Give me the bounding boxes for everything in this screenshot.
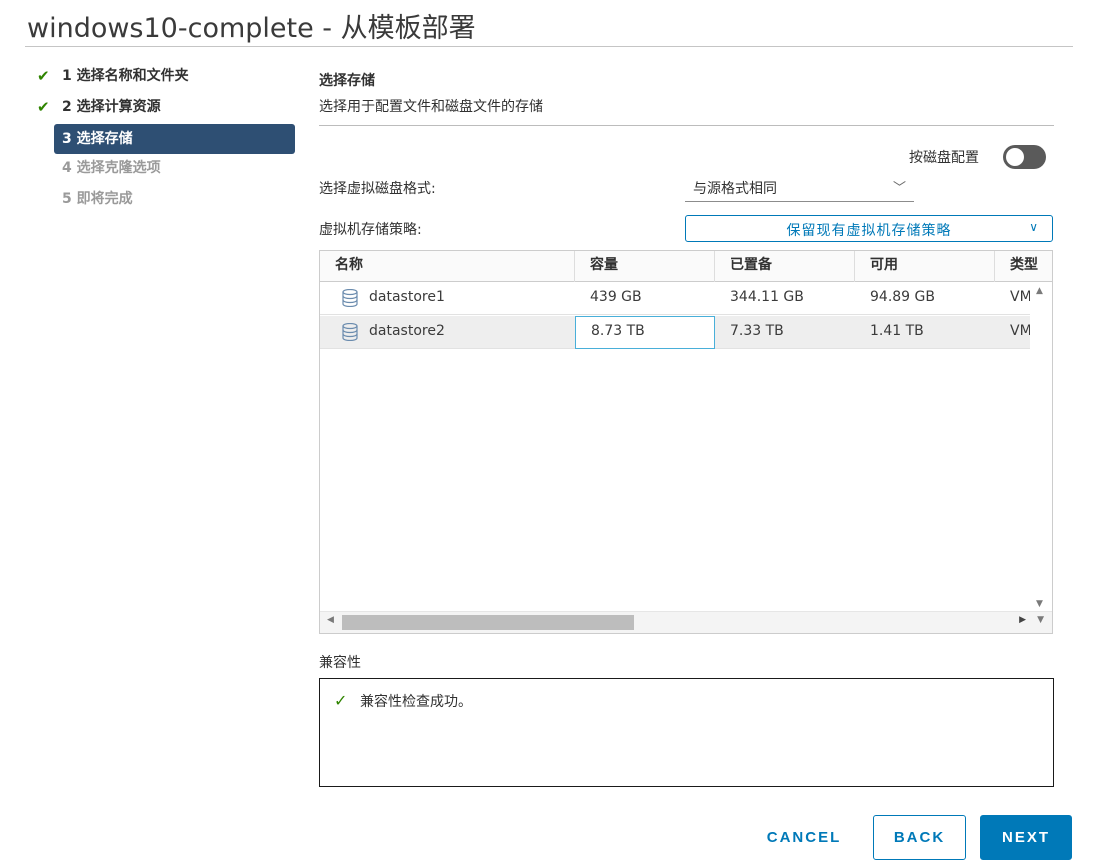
- compatibility-panel: ✓ 兼容性检查成功。: [319, 678, 1054, 787]
- cell-provisioned: 7.33 TB: [730, 323, 784, 339]
- table-row-selected[interactable]: datastore2 8.73 TB 7.33 TB 1.41 TB VM: [320, 316, 1030, 349]
- check-icon: ✔: [37, 67, 50, 85]
- compatibility-message: 兼容性检查成功。: [360, 694, 472, 710]
- step-select-compute-resource[interactable]: ✔ 2 选择计算资源: [33, 93, 295, 124]
- disk-format-value: 与源格式相同: [693, 181, 777, 197]
- check-icon: ✓: [334, 691, 348, 710]
- cell-capacity: 439 GB: [590, 289, 642, 305]
- step-label: 5 即将完成: [62, 191, 133, 207]
- section-divider: [319, 125, 1054, 126]
- storage-policy-label: 虚拟机存储策略:: [319, 222, 422, 238]
- disk-format-label: 选择虚拟磁盘格式:: [319, 181, 436, 197]
- scroll-down-icon[interactable]: ▼: [1036, 599, 1043, 609]
- cell-type: VM: [1010, 323, 1030, 339]
- cell-name: datastore1: [369, 289, 445, 305]
- step-select-storage[interactable]: 3 选择存储: [54, 124, 295, 154]
- wizard-steps: ✔ 1 选择名称和文件夹 ✔ 2 选择计算资源 3 选择存储 4 选择克隆选项 …: [33, 62, 295, 216]
- step-select-name-folder[interactable]: ✔ 1 选择名称和文件夹: [33, 62, 295, 93]
- next-button[interactable]: NEXT: [980, 815, 1072, 860]
- cell-type: VM: [1010, 289, 1030, 305]
- cell-provisioned: 344.11 GB: [730, 289, 804, 305]
- step-label: 3 选择存储: [62, 131, 133, 147]
- column-header-name[interactable]: 名称: [320, 251, 575, 282]
- title-divider: [25, 46, 1073, 47]
- scrollbar-thumb[interactable]: [342, 615, 634, 630]
- table-row[interactable]: datastore1 439 GB 344.11 GB 94.89 GB VM: [320, 282, 1030, 315]
- cell-name: datastore2: [369, 323, 445, 339]
- storage-policy-select[interactable]: 保留现有虚拟机存储策略 ∨: [685, 215, 1053, 242]
- column-header-type[interactable]: 类型: [995, 251, 1052, 282]
- storage-policy-value: 保留现有虚拟机存储策略: [786, 223, 952, 239]
- wizard-title: windows10-complete - 从模板部署: [27, 13, 476, 44]
- step-ready-to-complete: 5 即将完成: [33, 185, 295, 216]
- back-button[interactable]: BACK: [873, 815, 966, 860]
- toggle-knob: [1006, 148, 1024, 166]
- check-icon: ✔: [37, 98, 50, 116]
- compatibility-title: 兼容性: [319, 655, 361, 671]
- step-label: 1 选择名称和文件夹: [62, 68, 189, 84]
- datastore-grid: 名称 容量 已置备 可用 类型 datastore1 439 GB 344.11…: [319, 250, 1053, 634]
- chevron-down-icon: ∨: [1029, 220, 1038, 234]
- scroll-up-icon[interactable]: ▲: [1036, 286, 1043, 296]
- cell-free: 94.89 GB: [870, 289, 935, 305]
- grid-header: 名称 容量 已置备 可用 类型: [320, 251, 1052, 282]
- cancel-button[interactable]: CANCEL: [756, 815, 852, 860]
- per-disk-toggle[interactable]: [1003, 145, 1046, 169]
- step-select-clone-options: 4 选择克隆选项: [33, 154, 295, 185]
- vertical-scrollbar[interactable]: ▲ ▼: [1030, 282, 1052, 611]
- column-header-capacity[interactable]: 容量: [575, 251, 715, 282]
- cell-capacity-focused[interactable]: 8.73 TB: [575, 316, 715, 349]
- scroll-left-icon[interactable]: ◀: [327, 615, 334, 625]
- step-label: 2 选择计算资源: [62, 99, 161, 115]
- scroll-down-icon[interactable]: ▼: [1037, 615, 1044, 625]
- chevron-down-icon: ﹀: [892, 181, 906, 196]
- horizontal-scrollbar[interactable]: ◀ ▶ ▼: [320, 611, 1052, 633]
- column-header-free[interactable]: 可用: [855, 251, 995, 282]
- section-title: 选择存储: [319, 73, 375, 89]
- per-disk-label: 按磁盘配置: [909, 150, 979, 166]
- section-subtitle: 选择用于配置文件和磁盘文件的存储: [319, 99, 543, 115]
- disk-format-select[interactable]: 与源格式相同 ﹀: [685, 173, 914, 202]
- scroll-right-icon[interactable]: ▶: [1019, 615, 1026, 625]
- column-header-provisioned[interactable]: 已置备: [715, 251, 855, 282]
- step-label: 4 选择克隆选项: [62, 160, 161, 176]
- cell-free: 1.41 TB: [870, 323, 924, 339]
